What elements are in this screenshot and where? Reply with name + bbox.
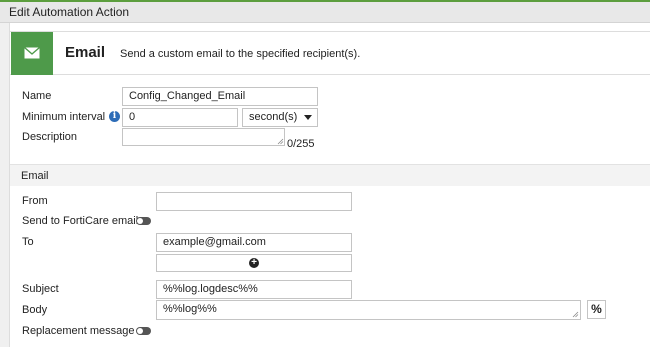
min-interval-label: Minimum interval: [22, 111, 106, 123]
from-label: From: [22, 195, 48, 207]
action-header: Email Send a custom email to the specifi…: [10, 31, 650, 75]
description-textarea[interactable]: [122, 128, 285, 146]
from-input[interactable]: [156, 192, 352, 211]
toggle-knob: [137, 328, 143, 334]
description-counter: 0/255: [287, 138, 315, 150]
left-edge-strip: [0, 23, 10, 347]
header-icon-tile: [11, 32, 53, 75]
insert-variable-button[interactable]: %: [587, 300, 606, 319]
to-recipient-input[interactable]: example@gmail.com: [156, 233, 352, 252]
resize-grip-icon[interactable]: [277, 138, 284, 145]
subject-label: Subject: [22, 283, 59, 295]
toggle-knob: [137, 218, 143, 224]
resize-grip-icon[interactable]: [572, 311, 579, 318]
header-description: Send a custom email to the specified rec…: [120, 48, 361, 60]
plus-icon: +: [249, 258, 259, 268]
to-label: To: [22, 236, 34, 248]
forticare-label: Send to FortiCare email: [22, 215, 139, 227]
email-section-header: Email: [10, 164, 650, 186]
body-textarea[interactable]: %%log%%: [156, 300, 581, 320]
add-recipient-button[interactable]: +: [156, 254, 352, 272]
header-title: Email: [65, 44, 106, 61]
info-icon[interactable]: i: [109, 111, 120, 122]
name-label: Name: [22, 90, 52, 102]
name-input[interactable]: Config_Changed_Email: [122, 87, 318, 106]
subject-input[interactable]: %%log.logdesc%%: [156, 280, 352, 299]
forticare-toggle[interactable]: [136, 217, 151, 225]
window-title: Edit Automation Action: [0, 0, 650, 23]
envelope-icon: [24, 46, 40, 59]
email-section-title: Email: [21, 170, 49, 182]
replacement-message-label: Replacement message: [22, 325, 135, 337]
min-interval-input[interactable]: 0: [122, 108, 238, 127]
interval-unit-value: second(s): [249, 111, 298, 123]
interval-unit-select[interactable]: second(s): [242, 108, 318, 127]
replacement-message-toggle[interactable]: [136, 327, 151, 335]
chevron-down-icon: [304, 115, 312, 120]
body-label: Body: [22, 304, 48, 316]
description-label: Description: [22, 131, 78, 143]
